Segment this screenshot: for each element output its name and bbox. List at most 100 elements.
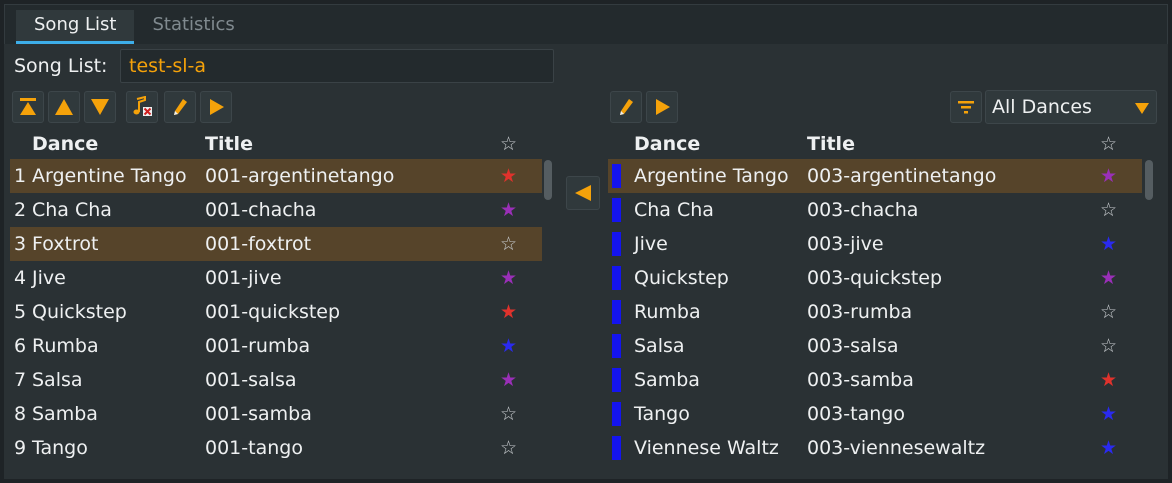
row-index: 9 — [14, 437, 27, 459]
table-row[interactable]: 1 Argentine Tango 001-argentinetango ★ — [10, 159, 542, 193]
row-index: 6 — [14, 335, 27, 357]
rating-star-icon[interactable]: ☆ — [500, 431, 517, 465]
table-row[interactable]: Viennese Waltz 003-viennesewaltz ★ — [608, 431, 1142, 465]
dance-color-marker — [612, 300, 621, 324]
dance-cell: Viennese Waltz — [634, 437, 779, 459]
move-to-top-button[interactable] — [12, 91, 44, 123]
rating-star-icon[interactable]: ★ — [1100, 431, 1117, 465]
table-row[interactable]: Quickstep 003-quickstep ★ — [608, 261, 1142, 295]
dance-color-marker — [612, 266, 621, 290]
song-list-name-field[interactable]: test-sl-a — [120, 49, 554, 83]
title-cell: 003-viennesewaltz — [807, 437, 986, 459]
dance-color-marker — [612, 164, 621, 188]
title-cell: 003-rumba — [807, 301, 913, 323]
edit-icon — [620, 99, 633, 115]
table-row[interactable]: 9 Tango 001-tango ☆ — [10, 431, 542, 465]
dance-cell: Argentine Tango — [634, 165, 789, 187]
table-row[interactable]: 5 Quickstep 001-quickstep ★ — [10, 295, 542, 329]
dance-cell: Salsa — [634, 335, 685, 357]
move-down-icon — [91, 99, 109, 115]
move-up-button[interactable] — [48, 91, 80, 123]
filter-button[interactable] — [950, 91, 982, 123]
title-cell: 003-salsa — [807, 335, 899, 357]
rating-star-icon[interactable]: ★ — [1100, 261, 1117, 295]
rating-star-icon[interactable]: ★ — [500, 363, 517, 397]
table-row[interactable]: Jive 003-jive ★ — [608, 227, 1142, 261]
add-to-list-button[interactable] — [566, 176, 600, 210]
column-header-title[interactable]: Title — [807, 133, 855, 155]
dance-cell: Cha Cha — [634, 199, 714, 221]
table-row[interactable]: Argentine Tango 003-argentinetango ★ — [608, 159, 1142, 193]
table-row[interactable]: 7 Salsa 001-salsa ★ — [10, 363, 542, 397]
left-scrollbar-handle[interactable] — [544, 160, 552, 200]
edit-button[interactable] — [164, 91, 196, 123]
rating-star-icon[interactable]: ★ — [500, 329, 517, 363]
rating-star-icon[interactable]: ★ — [1100, 397, 1117, 431]
row-index: 2 — [14, 199, 27, 221]
rating-star-icon[interactable]: ★ — [1100, 159, 1117, 193]
table-row[interactable]: 4 Jive 001-jive ★ — [10, 261, 542, 295]
rating-star-icon[interactable]: ★ — [500, 295, 517, 329]
right-play-button[interactable] — [646, 91, 678, 123]
dance-cell: Samba — [32, 403, 98, 425]
row-index: 8 — [14, 403, 27, 425]
title-cell: 003-samba — [807, 369, 914, 391]
dance-cell: Argentine Tango — [32, 165, 187, 187]
play-button[interactable] — [200, 91, 232, 123]
dance-cell: Samba — [634, 369, 700, 391]
table-row[interactable]: 3 Foxtrot 001-foxtrot ☆ — [10, 227, 542, 261]
table-row[interactable]: Tango 003-tango ★ — [608, 397, 1142, 431]
title-cell: 003-quickstep — [807, 267, 943, 289]
dance-color-marker — [612, 334, 621, 358]
dance-cell: Tango — [634, 403, 690, 425]
table-row[interactable]: 8 Samba 001-samba ☆ — [10, 397, 542, 431]
column-header-title[interactable]: Title — [205, 133, 253, 155]
song-list-table: Dance Title ☆ 1 Argentine Tango 001-argent… — [10, 128, 542, 474]
title-cell: 001-salsa — [205, 369, 297, 391]
move-down-button[interactable] — [84, 91, 116, 123]
table-row[interactable]: 2 Cha Cha 001-chacha ★ — [10, 193, 542, 227]
rating-star-icon[interactable]: ☆ — [500, 397, 517, 431]
row-index: 1 — [14, 165, 27, 187]
title-cell: 001-foxtrot — [205, 233, 312, 255]
dance-filter-select[interactable]: All Dances — [985, 90, 1157, 124]
rating-star-icon[interactable]: ☆ — [500, 227, 517, 261]
table-row[interactable]: Rumba 003-rumba ☆ — [608, 295, 1142, 329]
table-row[interactable]: Salsa 003-salsa ☆ — [608, 329, 1142, 363]
chevron-down-icon — [1135, 103, 1149, 114]
dance-cell: Rumba — [634, 301, 701, 323]
song-list-label: Song List: — [14, 55, 108, 77]
song-library-table: Dance Title ☆ Argentine Tango 003-argenti… — [608, 128, 1142, 474]
title-cell: 003-chacha — [807, 199, 919, 221]
rating-star-icon[interactable]: ★ — [1100, 227, 1117, 261]
dance-cell: Cha Cha — [32, 199, 112, 221]
rating-star-icon[interactable]: ★ — [500, 261, 517, 295]
table-row[interactable]: Cha Cha 003-chacha ☆ — [608, 193, 1142, 227]
rating-star-icon[interactable]: ★ — [500, 193, 517, 227]
rating-star-icon[interactable]: ☆ — [1100, 193, 1117, 227]
table-row[interactable]: 6 Rumba 001-rumba ★ — [10, 329, 542, 363]
title-cell: 001-tango — [205, 437, 303, 459]
rating-star-icon[interactable]: ★ — [1100, 363, 1117, 397]
remove-song-icon — [133, 96, 152, 116]
play-icon — [210, 99, 224, 115]
column-header-dance[interactable]: Dance — [634, 133, 700, 155]
rating-star-icon[interactable]: ☆ — [1100, 329, 1117, 363]
dance-cell: Tango — [32, 437, 88, 459]
rating-star-icon[interactable]: ★ — [500, 159, 517, 193]
table-row[interactable]: Samba 003-samba ★ — [608, 363, 1142, 397]
dance-color-marker — [612, 402, 621, 426]
column-header-dance[interactable]: Dance — [32, 133, 98, 155]
column-header-rating-star-icon[interactable]: ☆ — [500, 133, 517, 155]
tab-song-list[interactable]: Song List — [16, 10, 135, 44]
title-cell: 001-rumba — [205, 335, 311, 357]
title-cell: 001-quickstep — [205, 301, 341, 323]
remove-song-button[interactable] — [126, 91, 158, 123]
dance-cell: Quickstep — [634, 267, 729, 289]
rating-star-icon[interactable]: ☆ — [1100, 295, 1117, 329]
tab-statistics[interactable]: Statistics — [134, 10, 252, 44]
dance-color-marker — [612, 436, 621, 460]
right-scrollbar-handle[interactable] — [1145, 160, 1153, 200]
column-header-rating-star-icon[interactable]: ☆ — [1100, 133, 1117, 155]
right-edit-button[interactable] — [610, 91, 642, 123]
